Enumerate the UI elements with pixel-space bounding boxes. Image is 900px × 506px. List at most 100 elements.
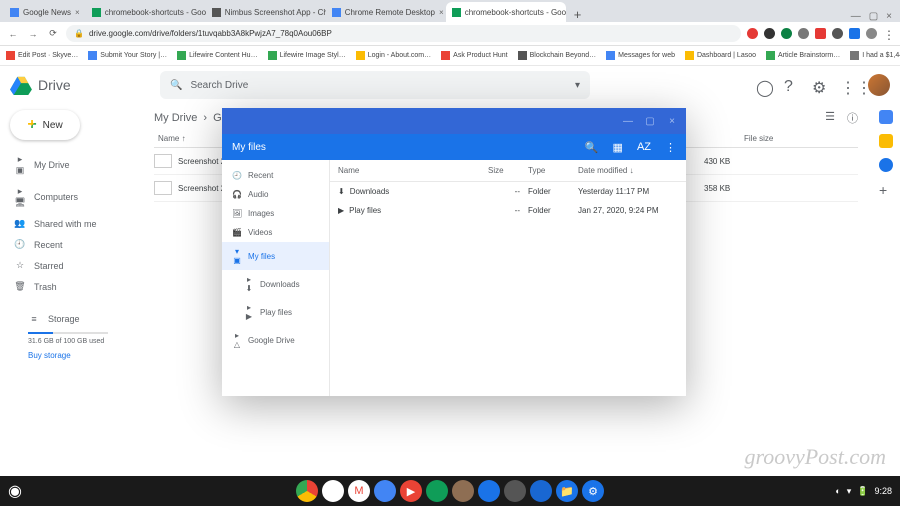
bookmark[interactable]: Lifewire Content Hu… [177,51,257,60]
sidebar-item-computers[interactable]: ▸ 🖥Computers [10,182,140,212]
new-button[interactable]: +New [10,110,80,140]
app-icon[interactable] [452,480,474,502]
tab-active[interactable]: chromebook-shortcuts - Goog…× [446,2,566,22]
bookmark[interactable]: Ask Product Hunt [441,51,507,60]
sort-icon[interactable]: AZ [637,141,651,154]
bookmark[interactable]: Edit Post · Skyve… [6,51,78,60]
url-input[interactable]: 🔒 drive.google.com/drive/folders/1tuvqab… [66,25,741,42]
minimize-icon[interactable]: — [622,116,634,127]
buy-storage-link[interactable]: Buy storage [28,351,140,360]
maximize-icon[interactable]: ▢ [644,116,656,127]
ext-icon[interactable] [832,28,843,39]
fa-videos[interactable]: 🎬Videos [222,223,329,242]
sheets-icon[interactable] [426,480,448,502]
fa-audio[interactable]: 🎧Audio [222,185,329,204]
storage-bar [28,332,108,334]
fa-downloads[interactable]: ▸ ⬇Downloads [222,270,329,298]
add-icon[interactable]: + [879,182,893,196]
people-icon: 👥 [14,218,26,229]
window-titlebar[interactable]: — ▢ × [222,108,686,134]
grid-view-icon[interactable]: ▦ [613,141,623,154]
new-tab-button[interactable]: + [566,7,590,22]
ext-icon[interactable] [849,28,860,39]
list-view-icon[interactable]: ☰ [825,110,835,126]
close-icon[interactable]: × [75,8,80,17]
bookmark[interactable]: Dashboard | Lasoo [685,51,756,60]
lock-icon: 🔒 [74,29,84,38]
bookmark[interactable]: Login - About.com… [356,51,431,60]
chrome-icon[interactable] [296,480,318,502]
youtube-icon[interactable]: ▶ [400,480,422,502]
tab[interactable]: Nimbus Screenshot App - Chr…× [206,2,326,22]
minimize-icon[interactable]: — [851,11,861,22]
sidebar-item-recent[interactable]: 🕘Recent [10,235,140,254]
app-icon[interactable] [504,480,526,502]
close-icon[interactable]: × [439,8,444,17]
app-icon[interactable] [478,480,500,502]
tab[interactable]: Chrome Remote Desktop× [326,2,446,22]
fa-playfiles[interactable]: ▸ ▶Play files [222,298,329,326]
playstore-icon[interactable]: ▶ [322,480,344,502]
files-icon[interactable]: 📁 [556,480,578,502]
close-icon[interactable]: × [666,116,678,127]
tab[interactable]: chromebook-shortcuts - Goog…× [86,2,206,22]
tasks-icon[interactable] [879,158,893,172]
bookmark[interactable]: Article Brainstorm… [766,51,840,60]
col-type[interactable]: Type [528,166,578,175]
search-icon[interactable]: 🔍 [585,141,599,154]
sidebar-item-starred[interactable]: ☆Starred [10,256,140,275]
back-button[interactable]: ← [6,29,20,39]
avatar[interactable] [868,74,890,96]
help-icon[interactable]: ? [784,78,798,92]
sidebar-item-trash[interactable]: 🗑Trash [10,277,140,296]
bookmark[interactable]: Lifewire Image Styl… [268,51,346,60]
sidebar-item-shared[interactable]: 👥Shared with me [10,214,140,233]
close-icon[interactable]: × [886,11,892,22]
folder-row[interactable]: ▶Play files --FolderJan 27, 2020, 9:24 P… [330,201,686,220]
ext-icon[interactable] [747,28,758,39]
drive-logo[interactable]: Drive [10,75,130,95]
apps-icon[interactable]: ⋮⋮⋮ [840,78,854,92]
gmail-icon[interactable]: M [348,480,370,502]
fa-images[interactable]: 🖼Images [222,204,329,223]
search-icon: 🔍 [170,80,182,91]
fa-recent[interactable]: 🕘Recent [222,166,329,185]
fa-googledrive[interactable]: ▸ △Google Drive [222,326,329,354]
ext-icon[interactable] [781,28,792,39]
bookmark[interactable]: Blockchain Beyond… [518,51,597,60]
maximize-icon[interactable]: ▢ [869,11,878,22]
breadcrumb-seg[interactable]: My Drive [154,112,197,124]
forward-button[interactable]: → [26,29,40,39]
bookmark[interactable]: Messages for web [606,51,675,60]
ext-icon[interactable] [798,28,809,39]
calendar-icon[interactable] [879,110,893,124]
ext-icon[interactable] [764,28,775,39]
ext-icon[interactable] [866,28,877,39]
more-icon[interactable]: ⋮ [665,141,676,154]
bookmark[interactable]: Submit Your Story |… [88,51,167,60]
settings-icon[interactable]: ⚙ [812,78,826,92]
col-name[interactable]: Name [338,166,488,175]
keep-icon[interactable] [879,134,893,148]
dropdown-icon[interactable]: ▾ [575,80,580,91]
sidebar-item-mydrive[interactable]: ▸ ▣My Drive [10,150,140,180]
reload-button[interactable]: ⟳ [46,28,60,39]
info-icon[interactable]: ⓘ [847,110,858,126]
col-date[interactable]: Date modified ↓ [578,166,678,175]
search-input[interactable]: 🔍 Search Drive ▾ [160,71,590,99]
launcher-icon[interactable]: ◉ [8,481,22,501]
app-icon[interactable] [530,480,552,502]
settings-icon[interactable]: ⚙ [582,480,604,502]
status-tray[interactable]: ◐ ▾ 🔋 9:28 [835,486,892,497]
ext-icon[interactable] [815,28,826,39]
docs-icon[interactable] [374,480,396,502]
url-text: drive.google.com/drive/folders/1tuvqabb3… [89,29,332,38]
chevron-down-icon: ▾ ▣ [232,247,242,265]
support-icon[interactable]: ◯ [756,78,770,92]
tab[interactable]: Google News× [4,2,86,22]
bookmark[interactable]: I had a $1,440 laun… [850,51,900,60]
col-size[interactable]: Size [488,166,528,175]
fa-myfiles[interactable]: ▾ ▣My files [222,242,329,270]
menu-icon[interactable]: ⋮ [883,28,894,39]
folder-row[interactable]: ⬇Downloads --FolderYesterday 11:17 PM [330,182,686,201]
